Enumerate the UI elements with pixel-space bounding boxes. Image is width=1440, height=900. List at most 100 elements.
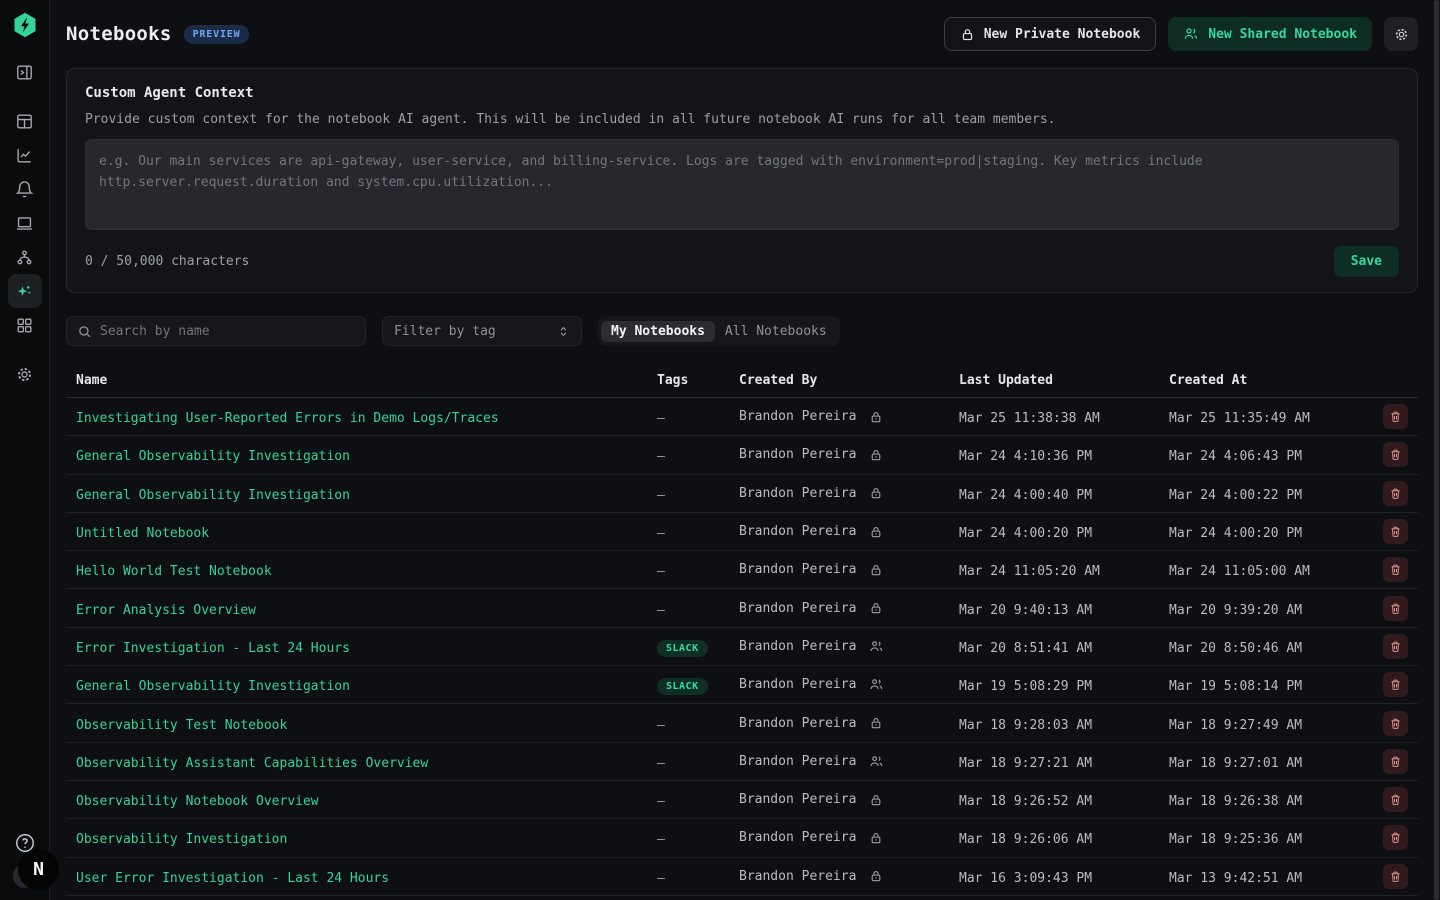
chart-icon	[15, 146, 34, 165]
search-input[interactable]	[100, 324, 355, 339]
sidebar-item-panels[interactable]	[8, 55, 42, 89]
tab-my-notebooks[interactable]: My Notebooks	[601, 321, 715, 342]
trash-icon	[1389, 410, 1402, 423]
notebook-tag: –	[657, 411, 665, 426]
notebook-name-link[interactable]: Observability Investigation	[76, 832, 287, 847]
delete-notebook-button[interactable]	[1383, 634, 1408, 659]
agent-context-textarea[interactable]	[85, 139, 1399, 230]
table-body: Investigating User-Reported Errors in De…	[66, 398, 1418, 900]
lock-icon	[869, 486, 883, 500]
notebook-tag: –	[657, 871, 665, 886]
notebook-name-link[interactable]: Hello World Test Notebook	[76, 564, 272, 579]
last-updated-value: Mar 20 8:51:41 AM	[959, 641, 1092, 656]
created-by-name: Brandon Pereira	[739, 486, 856, 501]
search-box	[66, 316, 366, 346]
tag-filter-select[interactable]: Filter by tag	[382, 316, 582, 346]
trash-icon	[1389, 640, 1402, 653]
trash-icon	[1389, 448, 1402, 461]
created-at-value: Mar 13 9:42:51 AM	[1169, 871, 1302, 886]
created-by-name: Brandon Pereira	[739, 639, 856, 654]
delete-notebook-button[interactable]	[1383, 672, 1408, 697]
notebook-name-link[interactable]: Observability Test Notebook	[76, 718, 287, 733]
sidebar-item-hosts[interactable]	[8, 206, 42, 240]
lock-icon	[869, 525, 883, 539]
sidebar-item-topology[interactable]	[8, 240, 42, 274]
delete-notebook-button[interactable]	[1383, 749, 1408, 774]
users-icon	[869, 677, 884, 692]
column-header-last-updated: Last Updated	[959, 373, 1169, 388]
last-updated-value: Mar 25 11:38:38 AM	[959, 411, 1100, 426]
sidebar-item-settings[interactable]	[8, 357, 42, 391]
bell-icon	[15, 180, 34, 199]
sidebar-item-apps[interactable]	[8, 308, 42, 342]
table-header: Name Tags Created By Last Updated Create…	[66, 363, 1418, 398]
character-count: 0 / 50,000 characters	[85, 254, 249, 269]
users-icon	[1183, 26, 1199, 42]
created-at-value: Mar 24 4:00:20 PM	[1169, 526, 1302, 541]
trash-icon	[1389, 870, 1402, 883]
sidebar-item-ai-notebooks[interactable]	[8, 274, 42, 308]
created-at-value: Mar 19 5:08:14 PM	[1169, 679, 1302, 694]
notebook-name-link[interactable]: General Observability Investigation	[76, 679, 350, 694]
scrollbar[interactable]	[1433, 0, 1440, 900]
trash-icon	[1389, 755, 1402, 768]
new-private-notebook-button[interactable]: New Private Notebook	[944, 17, 1157, 51]
created-by-name: Brandon Pereira	[739, 409, 856, 424]
notebook-tag: –	[657, 794, 665, 809]
notebook-name-link[interactable]: Untitled Notebook	[76, 526, 209, 541]
trash-icon	[1389, 487, 1402, 500]
column-header-tags: Tags	[657, 373, 739, 388]
notebook-tag: –	[657, 832, 665, 847]
created-at-value: Mar 24 4:00:22 PM	[1169, 488, 1302, 503]
sidebar-item-notifications[interactable]	[8, 172, 42, 206]
last-updated-value: Mar 20 9:40:13 AM	[959, 603, 1092, 618]
delete-notebook-button[interactable]	[1383, 519, 1408, 544]
notebook-name-link[interactable]: Investigating User-Reported Errors in De…	[76, 411, 499, 426]
created-at-value: Mar 18 9:27:49 AM	[1169, 718, 1302, 733]
notebooks-settings-button[interactable]	[1384, 17, 1418, 51]
tab-all-notebooks[interactable]: All Notebooks	[715, 321, 837, 342]
scrollbar-thumb[interactable]	[1434, 0, 1439, 900]
table-icon	[15, 112, 34, 131]
last-updated-value: Mar 19 5:08:29 PM	[959, 679, 1092, 694]
notebook-name-link[interactable]: User Error Investigation - Last 24 Hours	[76, 871, 389, 886]
created-at-value: Mar 18 9:27:01 AM	[1169, 756, 1302, 771]
column-header-created-by: Created By	[739, 373, 959, 388]
delete-notebook-button[interactable]	[1383, 711, 1408, 736]
table-row: Observability Investigation – Brandon Pe…	[66, 819, 1418, 857]
notebook-name-link[interactable]: Error Analysis Overview	[76, 603, 256, 618]
new-shared-notebook-button[interactable]: New Shared Notebook	[1168, 17, 1372, 51]
lock-icon	[869, 601, 883, 615]
last-updated-value: Mar 18 9:27:21 AM	[959, 756, 1092, 771]
table-row: General Observability Investigation SLAC…	[66, 666, 1418, 704]
created-at-value: Mar 24 11:05:00 AM	[1169, 564, 1310, 579]
sidebar-item-tables[interactable]	[8, 104, 42, 138]
delete-notebook-button[interactable]	[1383, 442, 1408, 467]
column-header-name: Name	[76, 373, 657, 388]
app-logo[interactable]	[9, 9, 41, 41]
presence-avatar[interactable]: N	[18, 849, 59, 890]
table-row: General Observability Investigation – Br…	[66, 475, 1418, 513]
gear-icon	[15, 365, 34, 384]
panel-icon	[15, 63, 34, 82]
notebook-name-link[interactable]: Observability Assistant Capabilities Ove…	[76, 756, 428, 771]
notebook-name-link[interactable]: Observability Notebook Overview	[76, 794, 319, 809]
delete-notebook-button[interactable]	[1383, 557, 1408, 582]
delete-notebook-button[interactable]	[1383, 481, 1408, 506]
created-by-name: Brandon Pereira	[739, 677, 856, 692]
delete-notebook-button[interactable]	[1383, 404, 1408, 429]
users-icon	[869, 639, 884, 654]
notebook-tag: SLACK	[657, 640, 708, 657]
delete-notebook-button[interactable]	[1383, 864, 1408, 889]
notebook-name-link[interactable]: General Observability Investigation	[76, 449, 350, 464]
notebook-name-link[interactable]: Error Investigation - Last 24 Hours	[76, 641, 350, 656]
delete-notebook-button[interactable]	[1383, 825, 1408, 850]
notebook-tag: SLACK	[657, 678, 708, 695]
delete-notebook-button[interactable]	[1383, 787, 1408, 812]
custom-agent-context-card: Custom Agent Context Provide custom cont…	[66, 68, 1418, 293]
delete-notebook-button[interactable]	[1383, 596, 1408, 621]
notebook-name-link[interactable]: General Observability Investigation	[76, 488, 350, 503]
save-button[interactable]: Save	[1334, 246, 1399, 277]
sidebar-item-charts[interactable]	[8, 138, 42, 172]
laptop-icon	[15, 214, 34, 233]
